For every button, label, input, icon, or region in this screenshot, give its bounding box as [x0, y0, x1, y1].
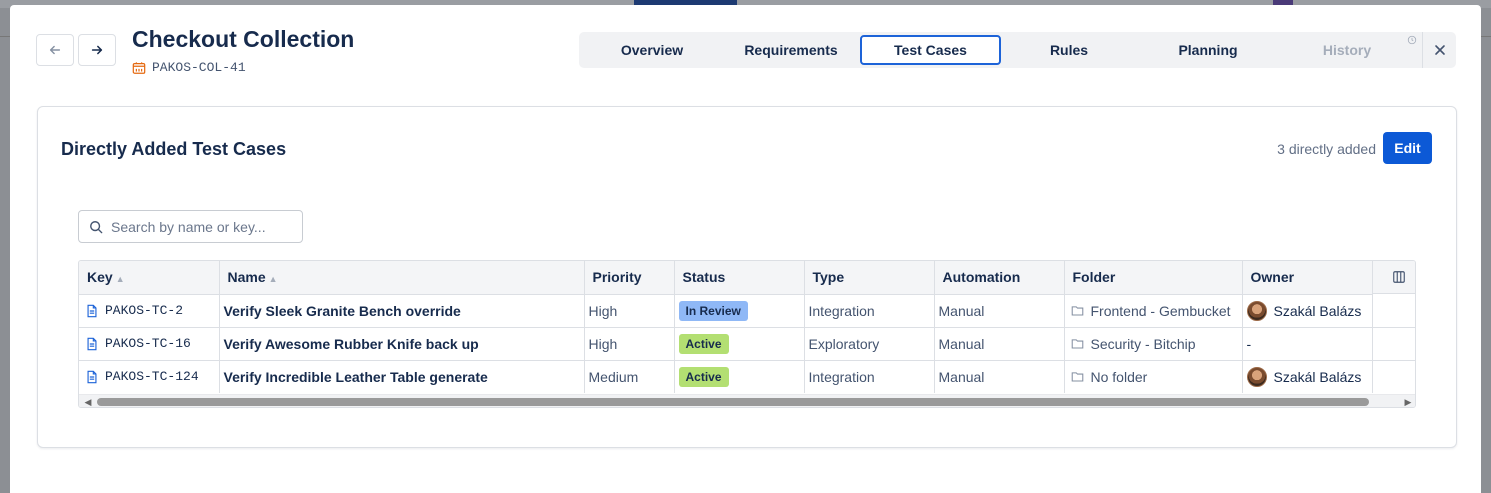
back-button[interactable]: [36, 34, 74, 66]
column-header-key[interactable]: Key ▲: [79, 261, 220, 295]
tab-rules[interactable]: Rules: [1000, 35, 1138, 65]
priority-cell: Medium: [584, 360, 675, 393]
test-cases-table: Key ▲ Name ▲ Priority Status Type Automati…: [78, 260, 1416, 408]
column-settings-button[interactable]: [1372, 261, 1415, 294]
columns-icon: [1392, 271, 1405, 283]
column-header-owner[interactable]: Owner: [1242, 261, 1373, 295]
collection-key-text: PAKOS-COL-41: [152, 60, 246, 75]
backdrop-line: [1481, 36, 1491, 37]
automation-cell: Manual: [934, 360, 1065, 393]
arrow-left-icon: [49, 45, 61, 55]
tab-planning[interactable]: Planning: [1139, 35, 1277, 65]
test-case-name[interactable]: Verify Incredible Leather Table generate: [224, 369, 488, 385]
status-badge: Active: [678, 366, 729, 387]
test-case-key[interactable]: PAKOS-TC-124: [105, 369, 199, 384]
tab-test-cases[interactable]: Test Cases: [860, 35, 1001, 65]
status-badge: Active: [678, 333, 729, 354]
tab-bar: Overview Requirements Test Cases Rules P…: [579, 32, 1456, 68]
backdrop-line: [0, 36, 10, 37]
table-row[interactable]: PAKOS-TC-16 Verify Awesome Rubber Knife …: [79, 327, 1415, 361]
owner-name: Szakál Balázs: [1273, 302, 1362, 319]
folder-icon: [1071, 339, 1083, 349]
clock-icon: [1407, 35, 1417, 45]
close-button[interactable]: [1422, 32, 1456, 68]
test-case-name[interactable]: Verify Awesome Rubber Knife back up: [224, 336, 479, 352]
folder-icon: [1071, 372, 1083, 382]
horizontal-scrollbar[interactable]: ◀ ▶: [79, 394, 1415, 407]
avatar: [1246, 300, 1267, 321]
table-row[interactable]: PAKOS-TC-2 Verify Sleek Granite Bench ov…: [79, 294, 1415, 328]
test-case-icon: [87, 337, 97, 350]
automation-cell: Manual: [934, 327, 1065, 361]
test-case-icon: [87, 304, 97, 317]
scrollbar-thumb[interactable]: [97, 398, 1369, 406]
folder-icon: [1071, 306, 1083, 316]
search-box: [78, 210, 303, 243]
folder-name: No folder: [1090, 368, 1148, 385]
close-icon: [1434, 45, 1445, 55]
folder-name: Frontend - Gembucket: [1090, 302, 1231, 319]
collection-icon: [132, 61, 146, 74]
test-case-key[interactable]: PAKOS-TC-16: [105, 336, 191, 351]
column-header-folder[interactable]: Folder: [1064, 261, 1243, 295]
edit-button[interactable]: Edit: [1383, 132, 1432, 164]
column-header-name[interactable]: Name ▲: [219, 261, 585, 295]
search-icon: [90, 220, 103, 233]
scroll-left-icon[interactable]: ◀: [83, 397, 93, 407]
search-input[interactable]: [111, 218, 301, 235]
table-header-row: Key ▲ Name ▲ Priority Status Type Automati…: [79, 261, 1415, 295]
column-header-priority[interactable]: Priority: [584, 261, 675, 295]
collection-key: PAKOS-COL-41: [132, 60, 246, 75]
page-title: Checkout Collection: [132, 26, 355, 52]
column-header-automation[interactable]: Automation: [934, 261, 1065, 295]
owner-name: Szakál Balázs: [1273, 368, 1362, 385]
priority-cell: High: [584, 294, 675, 328]
arrow-right-icon: [91, 45, 103, 55]
section-title: Directly Added Test Cases: [61, 139, 287, 159]
tab-requirements[interactable]: Requirements: [722, 35, 860, 65]
type-cell: Exploratory: [804, 327, 935, 361]
priority-cell: High: [584, 327, 675, 361]
status-badge: In Review: [678, 300, 748, 321]
test-case-key[interactable]: PAKOS-TC-2: [105, 303, 183, 318]
owner-name: -: [1246, 335, 1252, 352]
collection-modal: Checkout Collection PAKOS-COL-41 Overvie…: [10, 5, 1481, 493]
test-case-icon: [87, 370, 97, 384]
column-header-type[interactable]: Type: [804, 261, 935, 295]
scroll-right-icon[interactable]: ▶: [1403, 397, 1413, 407]
type-cell: Integration: [804, 294, 935, 328]
avatar: [1246, 366, 1267, 387]
folder-name: Security - Bitchip: [1090, 335, 1196, 352]
tab-overview[interactable]: Overview: [583, 35, 721, 65]
test-case-name[interactable]: Verify Sleek Granite Bench override: [224, 303, 461, 319]
sort-icon: ▲: [268, 274, 278, 285]
forward-button[interactable]: [78, 34, 116, 66]
column-header-status[interactable]: Status: [674, 261, 805, 295]
test-cases-card: Directly Added Test Cases 3 directly add…: [37, 106, 1457, 448]
table-row[interactable]: PAKOS-TC-124 Verify Incredible Leather T…: [79, 360, 1415, 393]
automation-cell: Manual: [934, 294, 1065, 328]
tab-history: History: [1322, 42, 1372, 58]
sort-icon: ▲: [115, 274, 125, 285]
count-text: 3 directly added: [1277, 141, 1376, 157]
type-cell: Integration: [804, 360, 935, 393]
